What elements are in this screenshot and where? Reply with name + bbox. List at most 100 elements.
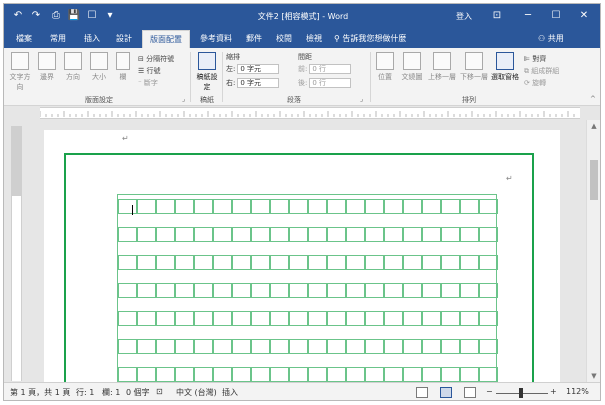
grid-cell[interactable] bbox=[460, 367, 479, 382]
position-button[interactable]: 位置 bbox=[374, 52, 396, 82]
grid-cell[interactable] bbox=[118, 311, 137, 326]
tab-file[interactable]: 檔案 bbox=[10, 30, 38, 48]
scroll-thumb[interactable] bbox=[590, 160, 598, 200]
grid-cell[interactable] bbox=[479, 227, 498, 242]
grid-cell[interactable] bbox=[232, 339, 251, 354]
signin-link[interactable]: 登入 bbox=[456, 11, 472, 22]
grid-cell[interactable] bbox=[346, 367, 365, 382]
grid-cell[interactable] bbox=[365, 227, 384, 242]
grid-cell[interactable] bbox=[327, 311, 346, 326]
share-button[interactable]: ⚇ 共用 bbox=[538, 30, 564, 48]
grid-cell[interactable] bbox=[346, 227, 365, 242]
grid-cell[interactable] bbox=[308, 283, 327, 298]
grid-cell[interactable] bbox=[213, 199, 232, 214]
grid-cell[interactable] bbox=[213, 255, 232, 270]
grid-cell[interactable] bbox=[441, 255, 460, 270]
grid-cell[interactable] bbox=[460, 339, 479, 354]
grid-cell[interactable] bbox=[270, 339, 289, 354]
grid-cell[interactable] bbox=[137, 255, 156, 270]
grid-cell[interactable] bbox=[365, 199, 384, 214]
grid-cell[interactable] bbox=[213, 283, 232, 298]
grid-cell[interactable] bbox=[251, 283, 270, 298]
grid-cell[interactable] bbox=[384, 367, 403, 382]
print-preview-icon[interactable]: ⎙ bbox=[48, 8, 64, 24]
grid-cell[interactable] bbox=[308, 311, 327, 326]
grid-cell[interactable] bbox=[118, 283, 137, 298]
grid-cell[interactable] bbox=[289, 339, 308, 354]
grid-cell[interactable] bbox=[251, 311, 270, 326]
grid-cell[interactable] bbox=[327, 283, 346, 298]
page-count[interactable]: 第 1 頁，共 1 頁 bbox=[10, 387, 70, 398]
close-button[interactable]: ✕ bbox=[576, 8, 592, 24]
grid-cell[interactable] bbox=[460, 311, 479, 326]
grid-cell[interactable] bbox=[308, 339, 327, 354]
zoom-in-button[interactable]: + bbox=[550, 387, 557, 396]
grid-cell[interactable] bbox=[137, 283, 156, 298]
grid-cell[interactable] bbox=[327, 199, 346, 214]
grid-cell[interactable] bbox=[441, 367, 460, 382]
grid-cell[interactable] bbox=[327, 339, 346, 354]
grid-cell[interactable] bbox=[118, 255, 137, 270]
grid-cell[interactable] bbox=[308, 227, 327, 242]
grid-cell[interactable] bbox=[289, 255, 308, 270]
grid-cell[interactable] bbox=[156, 339, 175, 354]
grid-cell[interactable] bbox=[479, 339, 498, 354]
grid-cell[interactable] bbox=[327, 255, 346, 270]
customize-toolbar-icon[interactable]: ▾ bbox=[102, 8, 118, 24]
grid-cell[interactable] bbox=[118, 227, 137, 242]
grid-cell[interactable] bbox=[346, 311, 365, 326]
grid-cell[interactable] bbox=[308, 199, 327, 214]
grid-cell[interactable] bbox=[403, 311, 422, 326]
grid-cell[interactable] bbox=[384, 311, 403, 326]
grid-cell[interactable] bbox=[270, 311, 289, 326]
grid-cell[interactable] bbox=[422, 227, 441, 242]
indent-right-input[interactable]: 0 字元 bbox=[237, 78, 280, 88]
grid-cell[interactable] bbox=[479, 255, 498, 270]
grid-cell[interactable] bbox=[346, 199, 365, 214]
grid-cell[interactable] bbox=[118, 367, 137, 382]
zoom-out-button[interactable]: − bbox=[486, 387, 493, 396]
grid-cell[interactable] bbox=[441, 339, 460, 354]
grid-cell[interactable] bbox=[403, 283, 422, 298]
grid-cell[interactable] bbox=[289, 227, 308, 242]
grid-cell[interactable] bbox=[308, 367, 327, 382]
tell-me-box[interactable]: ⚲ 告訴我您想做什麼 bbox=[334, 30, 406, 48]
grid-cell[interactable] bbox=[175, 255, 194, 270]
grid-cell[interactable] bbox=[270, 283, 289, 298]
maximize-button[interactable]: ☐ bbox=[548, 8, 564, 24]
tab-mailings[interactable]: 郵件 bbox=[240, 30, 268, 48]
text-direction-button[interactable]: 文字方向 bbox=[8, 52, 32, 92]
grid-cell[interactable] bbox=[365, 339, 384, 354]
bring-forward-button[interactable]: 上移一層 bbox=[426, 52, 458, 82]
page-setup-launcher-icon[interactable]: ⌟ bbox=[182, 95, 185, 103]
tab-view[interactable]: 檢視 bbox=[300, 30, 328, 48]
grid-cell[interactable] bbox=[156, 227, 175, 242]
grid-cell[interactable] bbox=[365, 367, 384, 382]
grid-cell[interactable] bbox=[384, 227, 403, 242]
grid-cell[interactable] bbox=[422, 311, 441, 326]
indent-right-field[interactable]: 右: 0 字元 bbox=[226, 78, 280, 88]
manuscript-grid[interactable] bbox=[117, 194, 498, 382]
spacing-after-input[interactable]: 0 行 bbox=[309, 78, 352, 88]
ribbon-display-icon[interactable]: ⊡ bbox=[489, 8, 505, 24]
grid-cell[interactable] bbox=[137, 311, 156, 326]
columns-button[interactable]: 欄 bbox=[114, 52, 132, 82]
manuscript-settings-button[interactable]: 稿紙設定 bbox=[194, 52, 220, 92]
group-objects-button[interactable]: ⧉ 組成群組 bbox=[524, 66, 559, 76]
tab-home[interactable]: 常用 bbox=[44, 30, 72, 48]
grid-cell[interactable] bbox=[156, 199, 175, 214]
grid-cell[interactable] bbox=[479, 311, 498, 326]
web-layout-icon[interactable] bbox=[464, 387, 476, 398]
selection-pane-button[interactable]: 選取窗格 bbox=[490, 52, 520, 82]
grid-cell[interactable] bbox=[175, 311, 194, 326]
grid-cell[interactable] bbox=[422, 255, 441, 270]
touch-mode-icon[interactable]: ☐ bbox=[84, 8, 100, 24]
grid-cell[interactable] bbox=[384, 199, 403, 214]
tab-layout[interactable]: 版面配置 bbox=[142, 30, 190, 48]
tab-insert[interactable]: 插入 bbox=[78, 30, 106, 48]
grid-cell[interactable] bbox=[384, 283, 403, 298]
grid-cell[interactable] bbox=[232, 199, 251, 214]
document-area[interactable]: ↵ ↵ bbox=[24, 120, 586, 382]
grid-cell[interactable] bbox=[289, 199, 308, 214]
grid-cell[interactable] bbox=[137, 227, 156, 242]
